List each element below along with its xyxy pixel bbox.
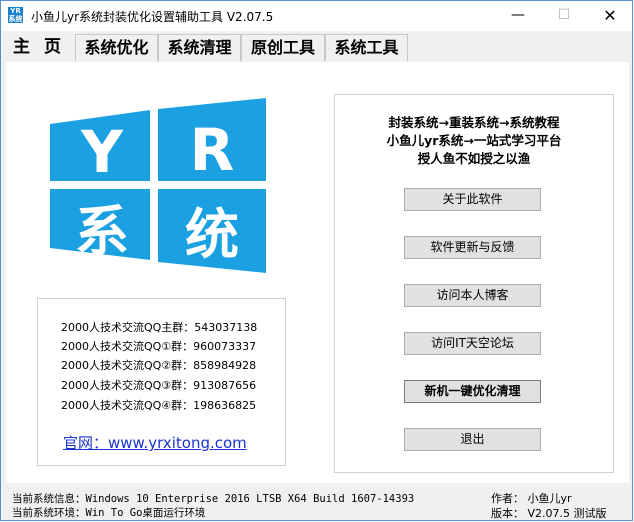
slogan-line-1: 封装系统→重装系统→系统教程 <box>388 115 560 130</box>
exit-button[interactable]: 退出 <box>404 428 541 451</box>
logo-letter-r: R <box>190 116 235 184</box>
qq-group-1: 2000人技术交流QQ①群：960073337 <box>61 340 257 353</box>
yr-logo: Y R 系 统 <box>50 98 266 273</box>
system-info: 当前系统信息：Windows 10 Enterprise 2016 LTSB X… <box>12 493 415 505</box>
qq-group-main: 2000人技术交流QQ主群：543037138 <box>61 321 258 334</box>
one-click-optimize-button[interactable]: 新机一键优化清理 <box>404 380 541 403</box>
qq-group-2: 2000人技术交流QQ②群：858984928 <box>61 359 257 372</box>
slogan-line-2: 小鱼儿yr系统→一站式学习平台 <box>386 133 562 148</box>
action-panel: 封装系统→重装系统→系统教程 小鱼儿yr系统→一站式学习平台 授人鱼不如授之以渔… <box>334 94 614 473</box>
status-bar: 当前系统信息：Windows 10 Enterprise 2016 LTSB X… <box>1 486 632 520</box>
update-feedback-button[interactable]: 软件更新与反馈 <box>404 236 541 259</box>
website-link[interactable]: 官网：www.yrxitong.com <box>63 432 247 453</box>
app-icon: YR系统 <box>8 7 23 23</box>
maximize-button[interactable]: ☐ <box>541 1 587 31</box>
author-label: 作者： 小鱼儿yr <box>491 492 572 505</box>
logo-letter-y: Y <box>80 118 124 186</box>
tab-home[interactable]: 主 页 <box>5 34 73 61</box>
tab-original-tools[interactable]: 原创工具 <box>241 34 325 61</box>
logo-char-xi: 系 <box>75 200 129 263</box>
version-label: 版本： V2.07.5 测试版 <box>491 507 607 520</box>
minimize-button[interactable]: — <box>495 1 541 31</box>
system-environment: 当前系统环境：Win To Go桌面运行环境 <box>12 507 206 519</box>
about-button[interactable]: 关于此软件 <box>404 188 541 211</box>
tab-system-tools[interactable]: 系统工具 <box>325 34 408 61</box>
tab-system-optimize[interactable]: 系统优化 <box>75 34 158 61</box>
visit-itsky-forum-button[interactable]: 访问IT天空论坛 <box>404 332 541 355</box>
qq-group-4: 2000人技术交流QQ④群：198636825 <box>61 399 257 412</box>
qq-group-3: 2000人技术交流QQ③群：913087656 <box>61 379 257 392</box>
close-button[interactable]: ✕ <box>587 1 632 31</box>
qq-group-box: 2000人技术交流QQ主群：543037138 2000人技术交流QQ①群：96… <box>37 298 286 466</box>
slogan-line-3: 授人鱼不如授之以渔 <box>417 151 531 166</box>
title-bar[interactable]: YR系统 小鱼儿yr系统封装优化设置辅助工具 V2.07.5 — ☐ ✕ <box>1 1 632 31</box>
visit-blog-button[interactable]: 访问本人博客 <box>404 284 541 307</box>
tab-bar: 主 页 系统优化 系统清理 原创工具 系统工具 <box>5 34 629 62</box>
logo-char-tong: 统 <box>185 203 239 266</box>
window-title: 小鱼儿yr系统封装优化设置辅助工具 V2.07.5 <box>31 10 274 24</box>
tab-system-clean[interactable]: 系统清理 <box>158 34 241 61</box>
main-window: YR系统 小鱼儿yr系统封装优化设置辅助工具 V2.07.5 — ☐ ✕ 主 页… <box>0 0 633 521</box>
